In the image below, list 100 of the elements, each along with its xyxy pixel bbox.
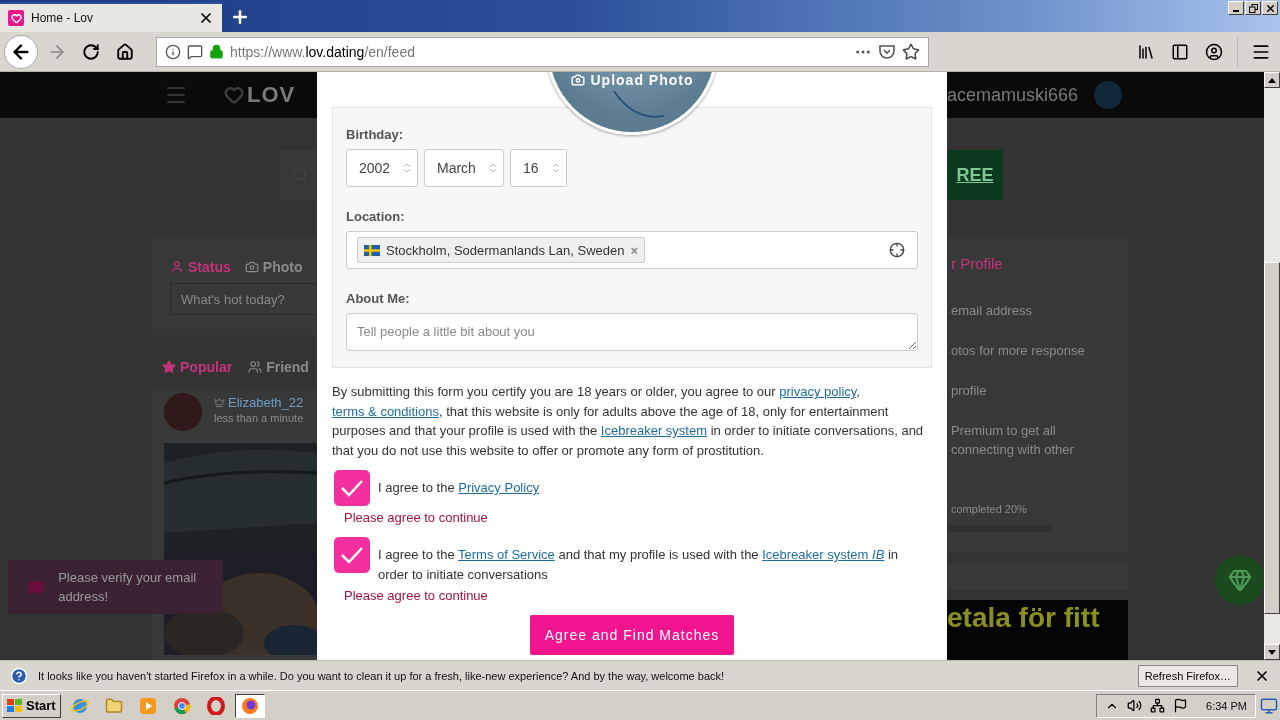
minimize-button[interactable] [1228,1,1244,15]
camera-icon [244,260,259,274]
post-time: less than a minute [214,412,304,424]
info-icon[interactable] [165,43,181,60]
agree-link[interactable]: Terms of Service [458,547,555,562]
up-arrow-icon[interactable] [1268,77,1276,83]
error-message: Please agree to continue [344,510,489,525]
post-type-tab[interactable]: Photo [244,259,303,275]
search-field[interactable] [280,150,317,200]
camera-icon [570,73,585,87]
globe-icon [70,696,89,715]
author-link[interactable]: Elizabeth_22 [214,395,304,410]
folder-icon [104,696,123,715]
month-select[interactable]: March [424,149,504,187]
address-bar[interactable]: https://www.lov.dating/en/feed [156,36,929,67]
ad-text: etala för fitt [947,602,1100,633]
account-icon [1205,42,1223,61]
username[interactable]: acemamuski666 [947,84,1079,106]
users-icon [248,360,263,374]
lock-icon [209,44,224,59]
locate-icon[interactable] [889,242,905,258]
profile-task[interactable]: Premium to get all connecting with other [951,421,1096,459]
monitor-icon[interactable] [1260,696,1278,715]
day-select[interactable]: 16 [510,149,567,187]
profile-task[interactable]: profile [951,381,1096,400]
consent-link[interactable]: Icebreaker system [600,423,708,438]
location-field[interactable]: Stockholm, Sodermanlands Lan, Sweden × [346,231,918,269]
network-icon[interactable] [1150,698,1166,713]
flag-icon[interactable] [1173,698,1189,713]
submit-button[interactable]: Agree and Find Matches [529,615,735,655]
url-text: https://www.lov.dating/en/feed [230,43,416,60]
heart-icon [224,85,244,105]
help-icon [10,666,28,685]
agree-checkbox[interactable] [334,537,370,573]
home-icon [116,42,134,61]
premium-button[interactable] [1215,555,1264,605]
circle-icon [172,696,191,715]
card-title: r Profile [951,255,1004,272]
chevrons-icon [550,162,562,174]
consent-text: By submitting this form you certify you are 18 years or older, you agree to our privacy policy, terms & conditions, that this website is only for adults above the age of 18, only for entertainment purposes and that your profile is used with the Icebreaker system in order to initiate conversations, and that you do not use this website to offer or promote any form of prostitution. [332,383,925,460]
notification-text: It looks like you haven't started Firefox in a while. Do you want to clean it up for a fresh, like-new experience? And by the way, welcome back! [38,669,726,682]
start-button[interactable]: Start [2,693,61,718]
agree-link[interactable]: Privacy Policy [458,480,540,495]
close-icon[interactable] [198,10,214,26]
consent-link[interactable]: terms & conditions [332,403,439,419]
user-icon [170,260,184,274]
field-label: Location: [346,209,406,224]
tag-text: Stockholm, Sodermanlands Lan, Sweden [386,242,625,258]
remove-tag-button[interactable]: × [630,242,639,258]
clock: 6:34 PM [1206,699,1247,712]
agree-checkbox[interactable] [334,470,370,506]
chevrons-icon [487,162,499,174]
circle-icon [240,696,259,715]
crown-icon [214,397,225,408]
promo-button[interactable]: REE [947,150,1003,200]
pocket-icon[interactable] [878,43,896,60]
close-icon [1264,2,1276,14]
field-label: About Me: [346,291,411,306]
chevrons-icon [401,162,413,174]
status-field[interactable]: What's hot today? [170,283,317,315]
bookmark-star-icon[interactable] [902,42,920,61]
ad-banner[interactable]: etala för fitt [947,600,1128,660]
restore-button[interactable] [1245,1,1261,15]
close-button[interactable] [1262,1,1278,15]
upload-photo-label[interactable]: Upload Photo [570,72,694,88]
reload-icon [82,42,100,61]
play-icon [138,696,157,715]
feed-tab[interactable]: Friend [248,359,309,375]
tab-title: Home - Lov [31,11,95,25]
refresh-button[interactable]: Refresh Firefox… [1137,664,1238,687]
logo-text[interactable]: LOV [247,82,296,108]
agree-label: I agree to the Privacy Policy [378,479,540,497]
flag-icon [364,244,380,256]
profile-task[interactable]: otos for more response [951,341,1096,360]
restore-icon [1248,3,1258,13]
gem-icon [1228,568,1252,592]
year-select[interactable]: 2002 [346,149,418,187]
progress-label: completed 20% [951,503,1028,515]
sidebar-icon [1171,42,1189,61]
check-icon [339,545,365,565]
scrollbar[interactable] [1264,72,1280,660]
agree-link[interactable]: Icebreaker system IB [762,547,885,562]
location-tag[interactable]: Stockholm, Sodermanlands Lan, Sweden × [357,237,646,263]
speaker-icon[interactable] [1127,698,1143,713]
down-arrow-icon[interactable] [1268,649,1276,655]
about-me-field[interactable]: Tell people a little bit about you [346,313,918,351]
message-icon[interactable] [187,43,203,60]
ring-icon [206,696,225,715]
taskbar-button[interactable] [234,693,265,718]
browser-tab[interactable]: Home - Lov [0,2,222,32]
library-icon [1137,42,1155,61]
error-message: Please agree to continue [344,588,489,603]
check-icon [339,478,365,498]
agree-label: I agree to the Terms of Service and that my profile is used with the Icebreaker system IB in order to initiate conversations [378,546,900,584]
star-icon [162,360,176,374]
windows-logo-icon [7,698,23,713]
toast-text: Please verify your email address! [58,569,198,606]
profile-task[interactable]: email address [951,301,1096,320]
field-label: Birthday: [346,127,405,142]
back-button[interactable] [4,34,38,69]
